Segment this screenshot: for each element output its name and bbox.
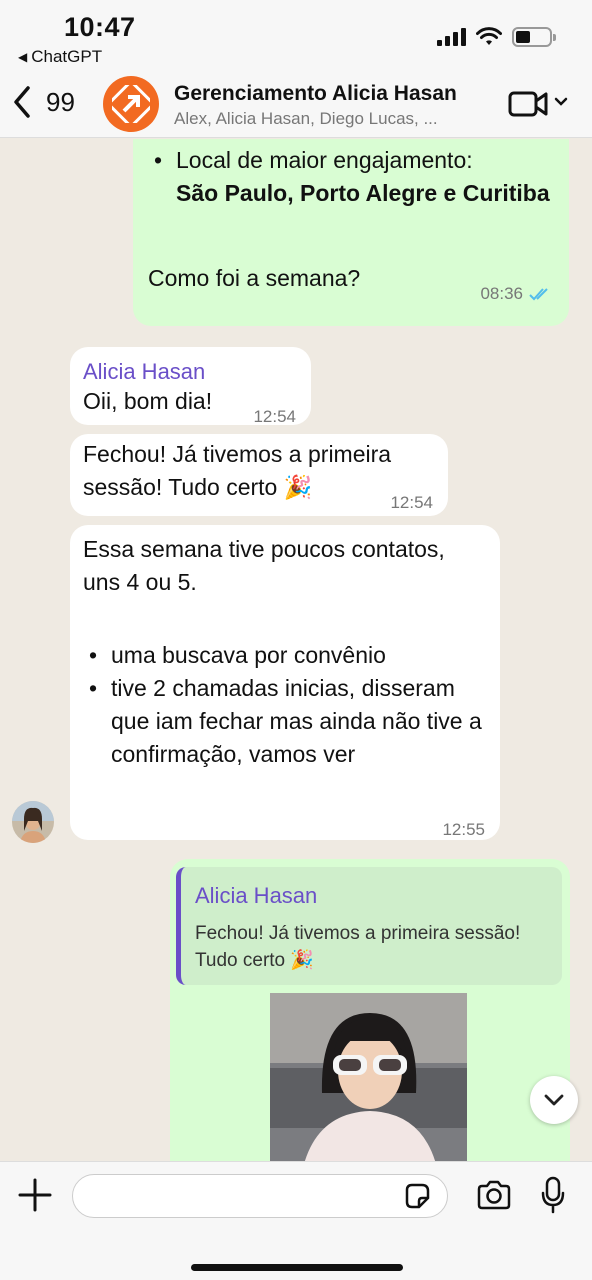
bullet-bold: São Paulo, Porto Alegre e Curitiba <box>176 180 550 206</box>
chat-area[interactable]: Local de maior engajamento: São Paulo, P… <box>0 139 592 1161</box>
back-triangle-icon: ◀ <box>18 50 28 64</box>
chevron-down-icon[interactable] <box>554 96 568 108</box>
chat-header: 99 Gerenciamento Alicia Hasan Alex, Alic… <box>0 70 592 138</box>
microphone-icon[interactable] <box>540 1176 566 1214</box>
message-time: 12:54 <box>390 493 433 512</box>
group-members[interactable]: Alex, Alicia Hasan, Diego Lucas, ... <box>174 109 474 129</box>
sender-avatar[interactable] <box>12 801 54 843</box>
message-text: Fechou! Já tivemos a primeira sessão! Tu… <box>83 441 392 500</box>
camera-icon[interactable] <box>476 1180 512 1210</box>
video-call-icon[interactable] <box>508 90 550 118</box>
sticker-icon[interactable] <box>403 1182 431 1210</box>
list-item: Local de maior engajamento: São Paulo, P… <box>148 144 558 210</box>
clock: 10:47 <box>64 12 136 42</box>
home-indicator[interactable] <box>191 1264 403 1271</box>
incoming-message[interactable]: Alicia Hasan Oii, bom dia! 12:54 <box>70 347 311 426</box>
group-title[interactable]: Gerenciamento Alicia Hasan <box>174 82 457 106</box>
message-time: 12:55 <box>442 820 485 839</box>
list-item: uma buscava por convênio <box>83 639 488 672</box>
message-input[interactable] <box>72 1174 448 1218</box>
plus-icon[interactable] <box>18 1178 52 1212</box>
battery-icon <box>512 27 556 47</box>
group-avatar[interactable] <box>103 76 159 132</box>
status-icons <box>437 27 556 47</box>
message-text: Oii, bom dia! <box>83 388 213 414</box>
list-item: tive 2 chamadas inicias, disseram que ia… <box>83 672 488 771</box>
composer-bar <box>0 1161 592 1280</box>
incoming-message[interactable]: Fechou! Já tivemos a primeira sessão! Tu… <box>70 434 448 516</box>
chevron-left-icon <box>14 86 30 118</box>
group-logo-icon <box>112 85 150 123</box>
quote-sender: Alicia Hasan <box>195 883 318 908</box>
quote-text: Fechou! Já tivemos a primeira sessão! Tu… <box>195 923 521 971</box>
scroll-to-bottom-button[interactable] <box>530 1076 578 1124</box>
chevron-down-icon <box>544 1094 564 1106</box>
gif-image <box>270 993 467 1161</box>
unread-count: 99 <box>46 86 75 117</box>
back-button[interactable]: 99 <box>10 84 75 120</box>
back-to-app-link[interactable]: ◀ ChatGPT <box>18 47 102 67</box>
sender-name[interactable]: Alicia Hasan <box>83 355 205 388</box>
person-avatar-icon <box>12 801 54 843</box>
incoming-message[interactable]: Essa semana tive poucos contatos, uns 4 … <box>70 525 500 840</box>
back-app-label: ChatGPT <box>31 47 103 66</box>
message-text: Essa semana tive poucos contatos, uns 4 … <box>83 536 445 595</box>
outgoing-reply-message[interactable]: Alicia Hasan Fechou! Já tivemos a primei… <box>170 859 570 1161</box>
wifi-icon <box>476 27 502 45</box>
message-time: 12:54 <box>253 407 296 426</box>
cellular-signal-icon <box>437 28 466 46</box>
read-ticks-icon <box>529 287 548 300</box>
gif-media[interactable] <box>270 993 467 1161</box>
outgoing-message[interactable]: Local de maior engajamento: São Paulo, P… <box>133 139 569 326</box>
quoted-message[interactable]: Alicia Hasan Fechou! Já tivemos a primei… <box>176 867 562 985</box>
message-time: 08:36 <box>480 284 523 303</box>
status-bar: 10:47 ◀ ChatGPT <box>0 0 592 70</box>
bullet-label: Local de maior engajamento: <box>176 147 473 173</box>
message-text: Como foi a semana? <box>148 265 361 291</box>
